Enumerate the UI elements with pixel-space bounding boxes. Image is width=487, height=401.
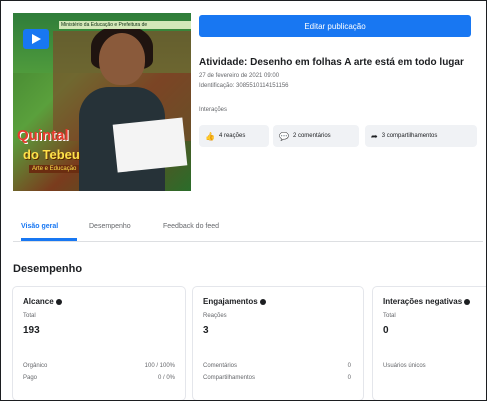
active-tab-indicator — [21, 238, 77, 241]
tab-performance[interactable]: Desempenho — [89, 223, 131, 230]
section-title: Desempenho — [13, 263, 83, 275]
engagement-card: Engajamentos Reações 3 Comentários 0 Com… — [193, 287, 363, 400]
unique-users-label: Usuários únicos — [383, 363, 426, 369]
engagement-value: 3 — [203, 325, 209, 336]
post-date: 27 de fevereiro de 2021 09:00 — [199, 73, 280, 79]
info-icon[interactable] — [259, 298, 266, 305]
comment-icon: 💬 — [279, 131, 289, 141]
info-icon[interactable] — [464, 298, 471, 305]
thumbnail-person-face — [99, 33, 145, 85]
reach-value: 193 — [23, 325, 40, 336]
comments-row-label: Comentários — [203, 363, 238, 369]
post-title: Atividade: Desenho em folhas A arte está… — [199, 57, 464, 68]
negative-value: 0 — [383, 325, 389, 336]
comments-row-value: 0 — [347, 363, 351, 369]
paid-label: Pago — [23, 375, 38, 381]
comments-label: 2 comentários — [292, 133, 331, 139]
engagement-sub: Reações — [203, 313, 227, 319]
engagement-title: Engajamentos — [203, 297, 266, 306]
organic-value: 100 / 100% — [144, 363, 175, 369]
thumbs-up-icon: 👍 — [205, 131, 215, 141]
share-icon: ➦ — [371, 131, 378, 141]
reactions-label: 4 reações — [218, 133, 246, 139]
thumbnail-logo-line2: do Tebeu — [23, 147, 80, 162]
insights-tabs: Visão geral Desempenho Feedback do feed — [13, 215, 483, 242]
reach-card: Alcance Total 193 Orgânico 100 / 100% Pa… — [13, 287, 185, 400]
reach-title: Alcance — [23, 297, 62, 306]
reactions-chip[interactable]: 👍 4 reações — [199, 125, 269, 147]
post-id: Identificação: 3085510114151156 — [199, 83, 289, 89]
info-icon[interactable] — [55, 298, 62, 305]
interactions-label: Interações — [199, 107, 228, 113]
thumbnail-drawing-paper — [112, 117, 188, 173]
video-play-icon[interactable] — [23, 29, 49, 49]
negative-sub: Total — [383, 313, 396, 319]
negative-title: Interações negativas — [383, 297, 471, 306]
thumbnail-logo-line3: Arte e Educação — [29, 165, 80, 173]
thumbnail-logo-line1: Quintal — [17, 127, 69, 144]
paid-value: 0 / 0% — [157, 375, 175, 381]
shares-row-value: 0 — [347, 375, 351, 381]
reach-sub: Total — [23, 313, 36, 319]
comments-chip[interactable]: 💬 2 comentários — [273, 125, 359, 147]
shares-label: 3 compartilhamentos — [381, 133, 438, 139]
tab-overview[interactable]: Visão geral — [21, 223, 58, 230]
organic-label: Orgânico — [23, 363, 48, 369]
shares-row-label: Compartilhamentos — [203, 375, 256, 381]
shares-chip[interactable]: ➦ 3 compartilhamentos — [365, 125, 477, 147]
post-insights-panel: Ministério da Educação e Prefeitura de Q… — [0, 0, 487, 401]
video-thumbnail[interactable]: Ministério da Educação e Prefeitura de Q… — [13, 13, 191, 191]
thumbnail-caption: Ministério da Educação e Prefeitura de — [59, 21, 191, 29]
edit-post-button[interactable]: Editar publicação — [199, 15, 471, 37]
tab-feed-feedback[interactable]: Feedback do feed — [163, 223, 219, 230]
negative-interactions-card: Interações negativas Total 0 Usuários ún… — [373, 287, 486, 400]
